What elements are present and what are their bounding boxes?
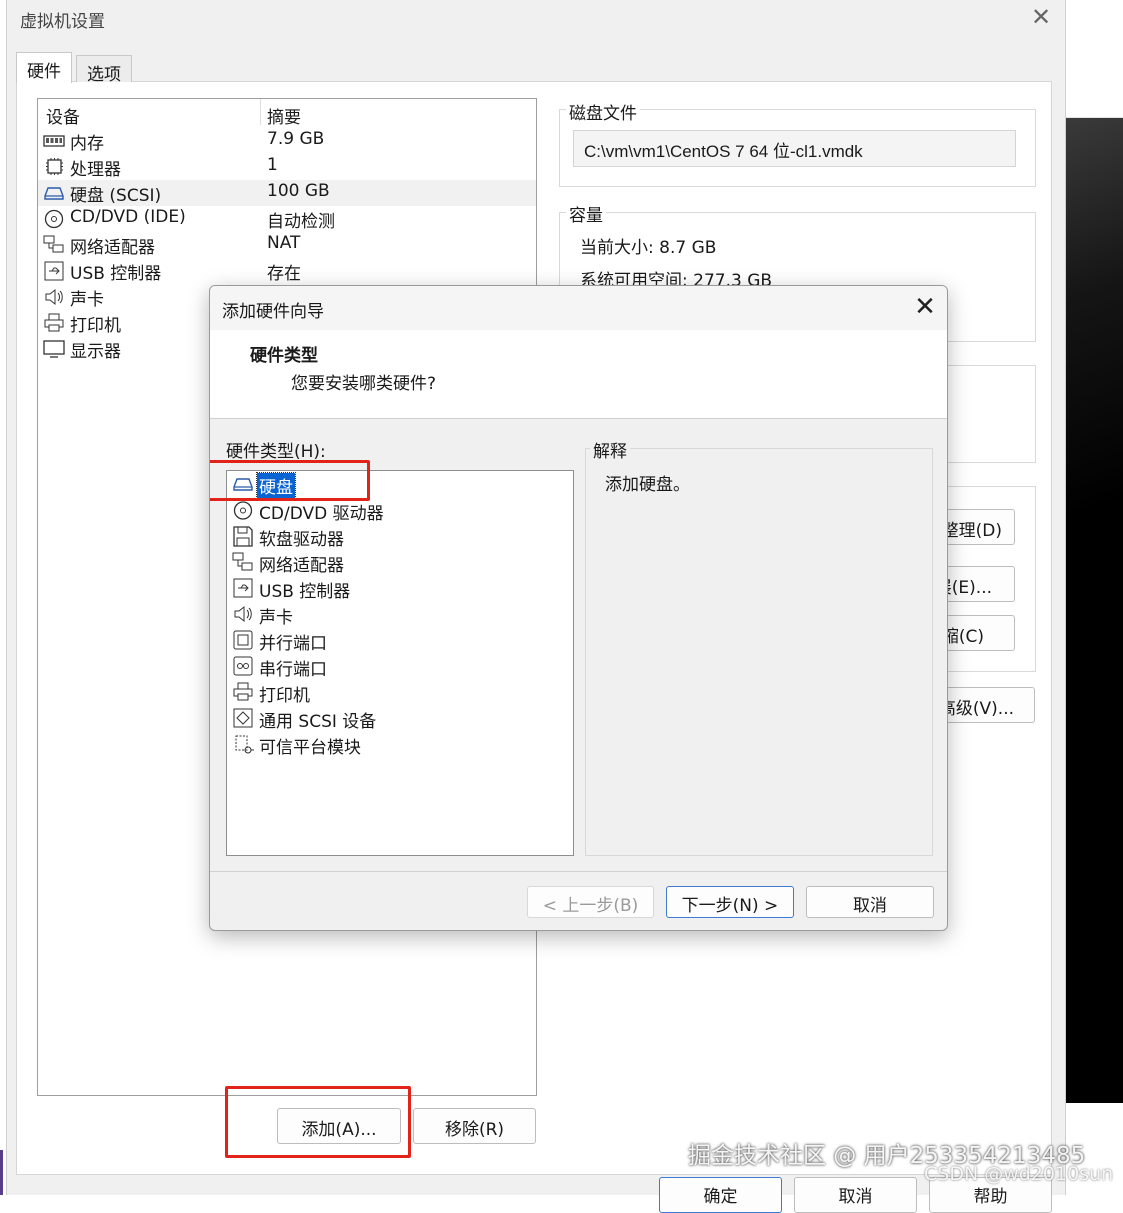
- usb-icon: [232, 578, 254, 599]
- tab-hardware[interactable]: 硬件: [16, 52, 72, 83]
- device-row-cpu[interactable]: 处理器 1: [38, 154, 536, 180]
- serial-port-icon: [232, 656, 254, 677]
- device-summary: 自动检测: [267, 212, 335, 232]
- hw-item-usb[interactable]: USB 控制器: [230, 576, 570, 602]
- device-summary: 1: [267, 155, 278, 175]
- cdrom-icon: [43, 209, 65, 229]
- hw-item-sound[interactable]: 声卡: [230, 602, 570, 628]
- hw-item-label: CD/DVD 驱动器: [259, 504, 384, 524]
- usb-icon: [43, 261, 65, 281]
- highlight-box-harddisk: [210, 460, 370, 501]
- dialog-footer-separator: [210, 871, 947, 872]
- hw-item-tpm[interactable]: 可信平台模块: [230, 732, 570, 758]
- back-button[interactable]: < 上一步(B): [527, 886, 654, 918]
- window-close-button[interactable]: ✕: [1028, 4, 1054, 30]
- hw-item-label: 通用 SCSI 设备: [259, 712, 377, 732]
- device-row-usb[interactable]: USB 控制器 存在: [38, 258, 536, 284]
- device-name: 网络适配器: [70, 238, 155, 258]
- network-icon: [43, 235, 65, 255]
- hw-item-printer[interactable]: 打印机: [230, 680, 570, 706]
- hw-item-label: 可信平台模块: [259, 738, 361, 758]
- disk-file-path[interactable]: C:\vm\vm1\CentOS 7 64 位-cl1.vmdk: [573, 130, 1016, 167]
- hw-item-parallel-port[interactable]: 并行端口: [230, 628, 570, 654]
- floppy-icon: [232, 526, 254, 547]
- speaker-icon: [43, 287, 65, 307]
- hw-item-cdrom[interactable]: CD/DVD 驱动器: [230, 498, 570, 524]
- dialog-title: 添加硬件向导: [222, 302, 324, 322]
- column-header-device[interactable]: 设备: [46, 103, 80, 128]
- speaker-icon: [232, 604, 254, 625]
- printer-icon: [232, 682, 254, 703]
- device-row-memory[interactable]: 内存 7.9 GB: [38, 128, 536, 154]
- cdrom-icon: [232, 500, 254, 521]
- harddisk-icon: [43, 183, 65, 203]
- tpm-icon: [232, 734, 254, 755]
- printer-icon: [43, 313, 65, 333]
- explanation-text: 添加硬盘。: [605, 475, 690, 495]
- explanation-box: [585, 448, 933, 856]
- highlight-box-add: [225, 1086, 411, 1158]
- device-summary: 7.9 GB: [267, 129, 325, 149]
- device-name: 显示器: [70, 342, 121, 362]
- hw-item-floppy[interactable]: 软盘驱动器: [230, 524, 570, 550]
- hw-item-label: 软盘驱动器: [259, 530, 344, 550]
- hw-item-label: 串行端口: [259, 660, 327, 680]
- hw-item-label: USB 控制器: [259, 582, 351, 602]
- device-name: 打印机: [70, 316, 121, 336]
- device-name: 声卡: [70, 290, 104, 310]
- column-header-summary[interactable]: 摘要: [267, 103, 301, 128]
- watermark-csdn: CSDN @wd2010sun: [924, 1163, 1114, 1185]
- window-title: 虚拟机设置: [20, 12, 105, 32]
- add-hardware-wizard: 添加硬件向导 ✕ 硬件类型 您要安装哪类硬件? 硬件类型(H): 硬盘 CD/D…: [209, 285, 948, 931]
- ok-button[interactable]: 确定: [659, 1177, 782, 1213]
- capacity-label: 容量: [566, 201, 606, 226]
- hw-item-label: 网络适配器: [259, 556, 344, 576]
- device-name: 内存: [70, 134, 104, 154]
- close-icon: ✕: [914, 292, 936, 322]
- explanation-label: 解释: [590, 437, 630, 462]
- background-edge: [0, 1150, 3, 1195]
- device-row-cdrom[interactable]: CD/DVD (IDE) 自动检测: [38, 206, 536, 232]
- tab-options[interactable]: 选项: [76, 55, 132, 85]
- close-icon: ✕: [1030, 3, 1052, 31]
- dialog-heading: 硬件类型: [250, 346, 318, 366]
- dialog-cancel-button[interactable]: 取消: [806, 886, 934, 918]
- memory-icon: [43, 131, 65, 151]
- hw-item-scsi[interactable]: 通用 SCSI 设备: [230, 706, 570, 732]
- cpu-icon: [43, 157, 65, 177]
- device-name: 硬盘 (SCSI): [70, 186, 162, 206]
- current-size: 当前大小: 8.7 GB: [580, 238, 717, 258]
- hw-item-label: 并行端口: [259, 634, 327, 654]
- device-name: 处理器: [70, 160, 121, 180]
- monitor-icon: [43, 339, 65, 359]
- device-summary: NAT: [267, 233, 301, 253]
- dialog-close-button[interactable]: ✕: [910, 292, 940, 322]
- device-name: CD/DVD (IDE): [70, 207, 186, 227]
- parallel-port-icon: [232, 630, 254, 651]
- scsi-icon: [232, 708, 254, 729]
- network-icon: [232, 552, 254, 573]
- device-name: USB 控制器: [70, 264, 162, 284]
- background-desktop: [1066, 118, 1123, 1103]
- remove-hardware-button[interactable]: 移除(R): [413, 1108, 536, 1144]
- column-separator: [260, 99, 261, 125]
- hw-item-network[interactable]: 网络适配器: [230, 550, 570, 576]
- hardware-types-label: 硬件类型(H):: [226, 442, 326, 462]
- disk-file-label: 磁盘文件: [566, 99, 640, 124]
- hw-item-serial-port[interactable]: 串行端口: [230, 654, 570, 680]
- device-summary: 存在: [267, 264, 301, 284]
- dialog-subheading: 您要安装哪类硬件?: [291, 374, 437, 394]
- hw-item-label: 声卡: [259, 608, 293, 628]
- device-row-harddisk[interactable]: 硬盘 (SCSI) 100 GB: [38, 180, 536, 206]
- background-window: [1066, 0, 1123, 118]
- device-row-network[interactable]: 网络适配器 NAT: [38, 232, 536, 258]
- cancel-button[interactable]: 取消: [794, 1177, 917, 1213]
- hw-item-label: 打印机: [259, 686, 310, 706]
- next-button[interactable]: 下一步(N) >: [666, 886, 794, 918]
- device-summary: 100 GB: [267, 181, 330, 201]
